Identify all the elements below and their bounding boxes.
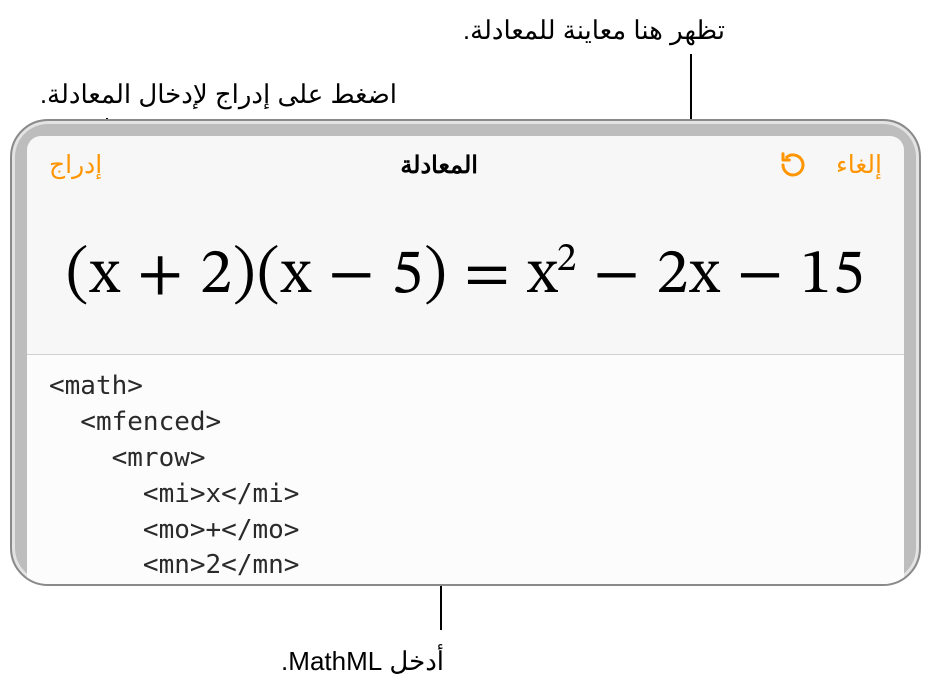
callout-tap-insert: اضغط على إدراج لإدخال المعادلة. (40, 76, 397, 112)
toolbar-right-group: إلغاء (776, 148, 882, 182)
insert-button[interactable]: إدراج (49, 150, 102, 180)
equation-dialog: إلغاء المعادلة إدراج (x + 2)(x − 5) = x2… (27, 136, 904, 584)
dialog-title: المعادلة (102, 151, 776, 180)
mathml-source-input[interactable]: <math> <mfenced> <mrow> <mi>x</mi> <mo>+… (27, 354, 904, 584)
cancel-button[interactable]: إلغاء (836, 150, 882, 180)
equation-preview-area: (x + 2)(x − 5) = x2 − 2x − 15 (27, 194, 904, 354)
dialog-toolbar: إلغاء المعادلة إدراج (27, 136, 904, 194)
documentation-figure: تظهر هنا معاينة للمعادلة. اضغط على إدراج… (0, 0, 931, 689)
callout-enter-mathml: أدخل MathML. (281, 643, 444, 679)
redo-icon[interactable] (776, 148, 810, 182)
callout-preview: تظهر هنا معاينة للمعادلة. (463, 12, 725, 48)
equation-preview: (x + 2)(x − 5) = x2 − 2x − 15 (66, 241, 866, 308)
device-frame: إلغاء المعادلة إدراج (x + 2)(x − 5) = x2… (10, 119, 921, 586)
